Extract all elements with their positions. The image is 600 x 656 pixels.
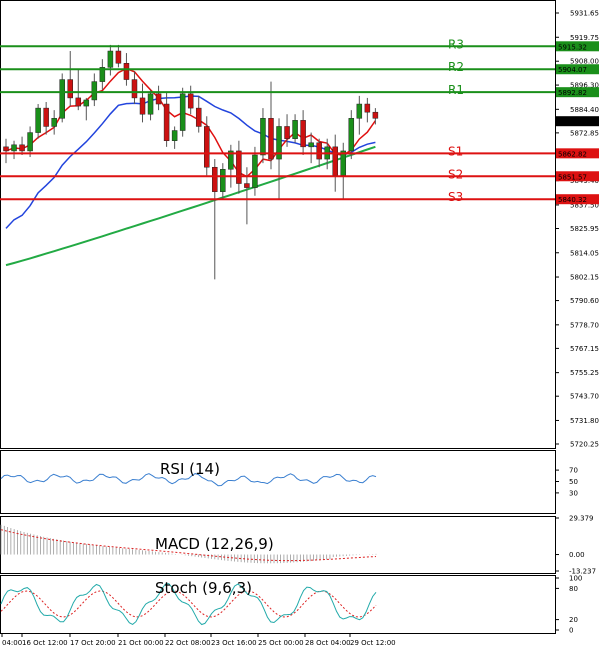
stoch-tick-label: 100 — [569, 575, 582, 583]
time-tick-label: 17 Oct 20:00 — [70, 639, 116, 647]
candle-body — [332, 146, 338, 176]
candle-body — [155, 93, 162, 105]
candle-body — [252, 154, 258, 188]
rsi-tick-label: 50 — [569, 478, 578, 486]
candle-body — [43, 107, 49, 127]
candle-body — [35, 107, 41, 133]
candle-body — [3, 146, 9, 152]
candle-body — [204, 126, 210, 168]
candle-body — [187, 93, 194, 109]
time-tick-label: 16 Oct 12:00 — [22, 639, 68, 647]
candle-body — [212, 166, 218, 192]
macd-panel — [0, 516, 556, 574]
price-tick-label: 5767.15 — [570, 345, 599, 353]
candle-body — [123, 63, 130, 80]
level-tag-r2: 5904.07 — [558, 66, 587, 74]
level-tag-s3: 5840.32 — [558, 196, 587, 204]
price-tick-label: 5872.85 — [570, 129, 599, 137]
stoch-tick-label: 0 — [569, 627, 573, 635]
candle-body — [83, 99, 90, 107]
time-tick-label: 22 Oct 08:00 — [165, 639, 211, 647]
candle-body — [372, 111, 379, 119]
time-tick-label: 04:00 — [2, 639, 22, 647]
price-tick-label: 5884.40 — [570, 106, 599, 114]
stoch-tick-label: 80 — [569, 585, 578, 593]
candle-body — [260, 118, 266, 156]
candle-body — [308, 142, 314, 148]
candle-body — [220, 169, 226, 192]
level-label-r2: R2 — [448, 60, 464, 74]
level-label-s2: S2 — [448, 167, 463, 181]
candle-body — [364, 103, 371, 113]
candle-body — [59, 79, 65, 119]
price-tick-label: 5743.70 — [570, 393, 599, 401]
stoch-panel — [0, 575, 556, 634]
candle-body — [147, 93, 154, 115]
level-tag-s1: 5862.82 — [558, 150, 587, 158]
level-tag-r1: 5892.82 — [558, 89, 587, 97]
level-label-r3: R3 — [448, 37, 464, 51]
candle-body — [11, 144, 17, 152]
price-tick-label: 5720.25 — [570, 441, 599, 449]
candle-body — [292, 120, 298, 139]
candle-body — [131, 79, 138, 99]
candle-body — [195, 107, 202, 127]
candle-body — [340, 150, 347, 176]
price-tick-label: 5931.65 — [570, 10, 599, 18]
macd-tick-label: 0.00 — [569, 551, 585, 559]
candle-body — [163, 103, 170, 141]
candle-body — [171, 130, 178, 141]
rsi-tick-label: 70 — [569, 467, 578, 475]
candle-body — [75, 97, 82, 107]
level-label-s3: S3 — [448, 190, 463, 204]
level-label-r1: R1 — [448, 83, 464, 97]
candle-body — [139, 97, 146, 115]
stoch-tick-label: 20 — [569, 616, 578, 624]
price-tick-label: 5790.60 — [570, 297, 599, 305]
rsi-tick-label: 30 — [569, 489, 578, 497]
candle-body — [115, 50, 122, 64]
stoch-title: Stoch (9,6,3) — [155, 579, 252, 597]
rsi-title: RSI (14) — [160, 460, 220, 478]
rsi-panel — [0, 450, 556, 514]
chart-svg: 5931.655919.755908.005896.305884.405872.… — [0, 0, 599, 647]
time-tick-label: 21 Oct 00:00 — [118, 639, 164, 647]
price-tick-label: 5825.95 — [570, 225, 599, 233]
level-label-s1: S1 — [448, 144, 463, 158]
price-tick-label: 5814.05 — [570, 249, 599, 257]
time-tick-label: 28 Oct 04:00 — [305, 639, 351, 647]
candle-body — [27, 132, 33, 152]
level-tag-s2: 5851.57 — [558, 173, 587, 181]
candle-body — [67, 79, 73, 99]
candle-body — [244, 183, 250, 188]
candle-body — [356, 103, 363, 119]
price-tick-label: 5802.15 — [570, 274, 599, 282]
forex-chart: 5931.65 5919.75 5908.00 5896.30 5884.40 5872.… — [0, 0, 600, 651]
candle-body — [316, 142, 322, 160]
price-tick-label: 5778.70 — [570, 321, 599, 329]
main-panel — [0, 0, 556, 449]
candle-body — [91, 81, 98, 101]
candle-body — [19, 144, 25, 152]
candle-body — [179, 93, 186, 131]
time-tick-label: 25 Oct 00:00 — [258, 639, 304, 647]
time-tick-label: 29 Oct 12:00 — [350, 639, 396, 647]
candle-body — [236, 150, 242, 184]
price-tick-label: 5731.80 — [570, 417, 599, 425]
candle-body — [284, 126, 290, 139]
level-tag-r3: 5915.32 — [558, 43, 587, 51]
time-tick-label: 23 Oct 16:00 — [211, 639, 257, 647]
price-tick-label: 5919.75 — [570, 34, 599, 42]
candle-body — [107, 50, 114, 68]
candle-body — [300, 120, 306, 148]
macd-title: MACD (12,26,9) — [155, 535, 274, 553]
macd-tick-label: 29.379 — [569, 515, 594, 523]
candle-body — [51, 118, 57, 127]
current-price-tag: 5878.58 — [558, 118, 587, 126]
candle-body — [348, 118, 355, 152]
price-tick-label: 5755.25 — [570, 369, 599, 377]
